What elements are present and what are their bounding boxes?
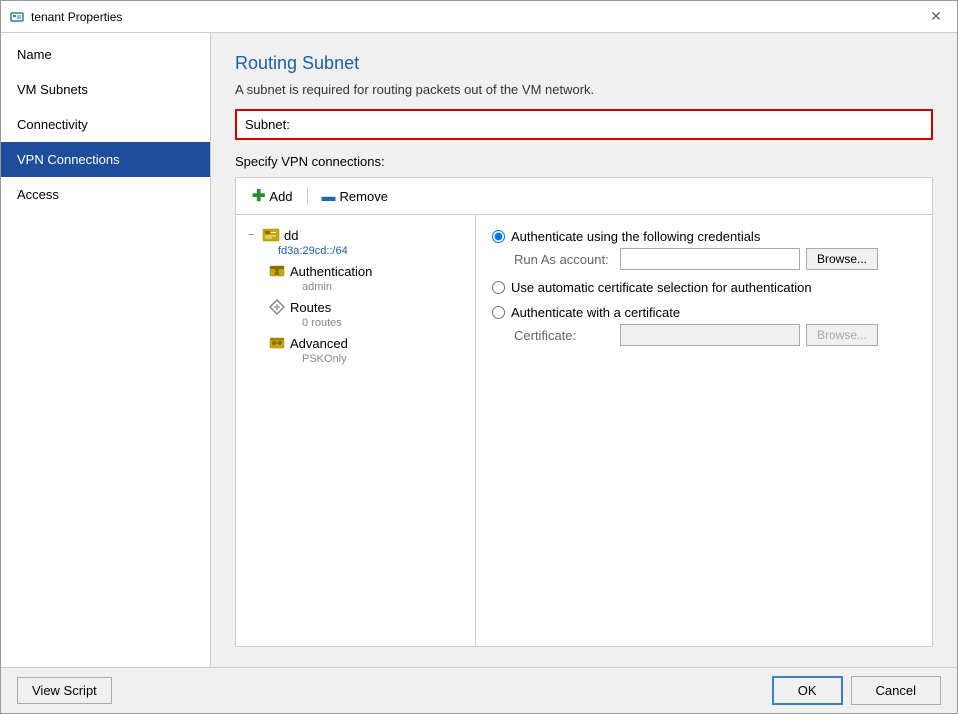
vpn-root-icon [262,226,280,244]
view-script-button[interactable]: View Script [17,677,112,704]
add-button[interactable]: ✚ Add [246,184,299,208]
with-cert-radio-row: Authenticate with a certificate [492,305,916,320]
sidebar-item-connectivity[interactable]: Connectivity [1,107,210,142]
page-description: A subnet is required for routing packets… [235,82,933,97]
page-title: Routing Subnet [235,53,933,74]
tree-auth-subtitle: admin [302,281,471,293]
browse-certificate-button[interactable]: Browse... [806,324,878,346]
routes-icon [268,298,286,316]
tree-routes-subtitle: 0 routes [302,317,471,329]
tree-routes-label: Routes [290,300,331,315]
credentials-option-group: Authenticate using the following credent… [492,229,916,270]
credentials-radio-row: Authenticate using the following credent… [492,229,916,244]
detail-panel: Authenticate using the following credent… [476,215,932,646]
remove-button[interactable]: ▬ Remove [316,186,394,206]
toolbar-divider [307,187,308,205]
tree-advanced-label: Advanced [290,336,348,351]
main-window: tenant Properties ✕ Name VM Subnets Conn… [0,0,958,714]
cert-option-group: Authenticate with a certificate Certific… [492,305,916,346]
tree-advanced-subtitle: PSKOnly [302,353,471,365]
credentials-radio[interactable] [492,230,505,243]
auto-cert-label: Use automatic certificate selection for … [511,280,812,295]
remove-icon: ▬ [322,188,336,204]
add-icon: ✚ [252,186,265,206]
auth-icon [268,262,286,280]
tree-advanced-node[interactable]: Advanced [264,331,471,355]
run-as-field-row: Run As account: Browse... [514,248,916,270]
ok-button[interactable]: OK [772,676,843,705]
subnet-row: Subnet: [235,109,933,140]
sidebar: Name VM Subnets Connectivity VPN Connect… [1,33,211,667]
tree-root-subtitle: fd3a:29cd::/64 [278,245,471,257]
subnet-label: Subnet: [245,117,325,132]
credentials-label: Authenticate using the following credent… [511,229,760,244]
vpn-body: − dd [236,215,932,646]
auto-cert-radio-row: Use automatic certificate selection for … [492,280,916,295]
vpn-panel: ✚ Add ▬ Remove − [235,177,933,647]
titlebar: tenant Properties ✕ [1,1,957,33]
tree-root[interactable]: − dd [240,223,471,247]
sidebar-item-vm-subnets[interactable]: VM Subnets [1,72,210,107]
auto-cert-radio[interactable] [492,281,505,294]
browse-credentials-button[interactable]: Browse... [806,248,878,270]
certificate-field-row: Certificate: Browse... [514,324,916,346]
with-cert-radio[interactable] [492,306,505,319]
vpn-toolbar: ✚ Add ▬ Remove [236,178,932,215]
window-icon [9,9,25,25]
certificate-label: Certificate: [514,328,614,343]
tree-auth-node[interactable]: Authentication [264,259,471,283]
sidebar-item-access[interactable]: Access [1,177,210,212]
certificate-input[interactable] [620,324,800,346]
collapse-icon: − [244,230,258,241]
tree-panel: − dd [236,215,476,646]
vpn-section-label: Specify VPN connections: [235,154,933,169]
close-button[interactable]: ✕ [923,6,949,28]
subnet-input[interactable] [333,115,923,134]
main-content: Name VM Subnets Connectivity VPN Connect… [1,33,957,667]
sidebar-item-name[interactable]: Name [1,37,210,72]
tree-auth-label: Authentication [290,264,372,279]
run-as-label: Run As account: [514,252,614,267]
bottom-bar: View Script OK Cancel [1,667,957,713]
ok-cancel-group: OK Cancel [772,676,941,705]
cancel-button[interactable]: Cancel [851,676,941,705]
tree-root-label: dd [284,228,298,243]
content-area: Routing Subnet A subnet is required for … [211,33,957,667]
advanced-icon [268,334,286,352]
run-as-input[interactable] [620,248,800,270]
titlebar-left: tenant Properties [9,9,122,25]
tree-routes-node[interactable]: Routes [264,295,471,319]
radio-group: Authenticate using the following credent… [492,229,916,346]
window-title: tenant Properties [31,10,122,24]
sidebar-item-vpn-connections[interactable]: VPN Connections [1,142,210,177]
with-cert-label: Authenticate with a certificate [511,305,680,320]
